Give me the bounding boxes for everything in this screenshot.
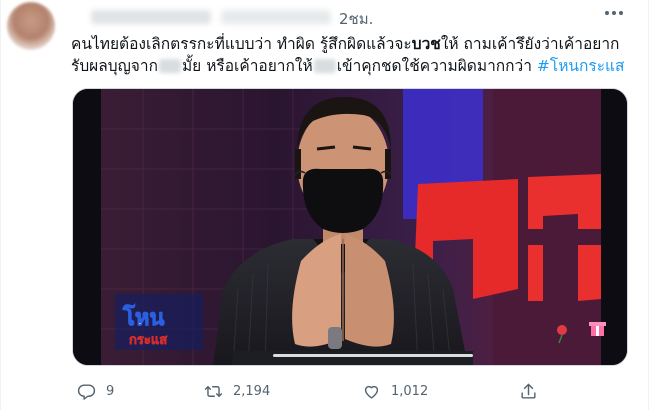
- retweet-count: 2,194: [233, 383, 271, 399]
- tv-show-still: กระ โหน กระแส: [73, 89, 627, 365]
- retweet-icon: [204, 385, 223, 397]
- share-icon: [521, 383, 536, 399]
- text-segment: ให้ ถามเค้ารึยังว่าเค้าอยาก: [440, 35, 620, 53]
- text-segment: รับผลบุญจาก: [71, 57, 158, 75]
- gift-icon: [589, 322, 606, 336]
- share-button[interactable]: [519, 380, 538, 402]
- bold-word: บวช: [411, 35, 441, 53]
- tweet-header: 2ชม.: [71, 5, 641, 28]
- show-logo-line1: โหน: [122, 304, 164, 331]
- avatar[interactable]: [7, 2, 55, 50]
- like-count: 1,012: [391, 383, 429, 399]
- like-button[interactable]: 1,012: [362, 380, 428, 402]
- reply-button[interactable]: 9: [77, 380, 114, 402]
- text-segment: มั้ย หรือเค้าอยากให้: [181, 57, 313, 75]
- redacted-word: [158, 59, 181, 73]
- show-logo-line2: กระแส: [129, 333, 167, 348]
- like-icon: [364, 385, 379, 399]
- tweet-media-image[interactable]: กระ โหน กระแส: [72, 88, 628, 366]
- reply-icon: [77, 383, 96, 400]
- more-icon[interactable]: [605, 11, 623, 15]
- text-segment: เข้าคุกชดใช้ความผิดมากกว่า: [336, 57, 532, 75]
- redacted-word: [313, 59, 336, 73]
- tweet-text-line-2: รับผลบุญจาก มั้ย หรือเค้าอยากให้ เข้าคุกชด…: [71, 55, 631, 77]
- tweet-text: คนไทยต้องเลิกตรรกะที่แบบว่า ทำผิด รู้สึก…: [71, 33, 631, 77]
- tweet-card[interactable]: 2ชม. คนไทยต้องเลิกตรรกะที่แบบว่า ทำผิด ร…: [0, 0, 649, 410]
- username-redacted[interactable]: [221, 10, 331, 24]
- retweet-button[interactable]: 2,194: [204, 380, 270, 402]
- text-segment: คนไทยต้องเลิกตรรกะที่แบบว่า ทำผิด รู้สึก…: [71, 35, 412, 53]
- hashtag-link[interactable]: #โหนกระแส: [537, 57, 625, 75]
- reply-count: 9: [106, 383, 115, 399]
- tweet-text-line-1: คนไทยต้องเลิกตรรกะที่แบบว่า ทำผิด รู้สึก…: [71, 33, 631, 55]
- display-name-redacted[interactable]: [91, 10, 211, 24]
- timestamp[interactable]: 2ชม.: [339, 7, 373, 31]
- tweet-actions: 9 2,194 1,012: [71, 380, 631, 402]
